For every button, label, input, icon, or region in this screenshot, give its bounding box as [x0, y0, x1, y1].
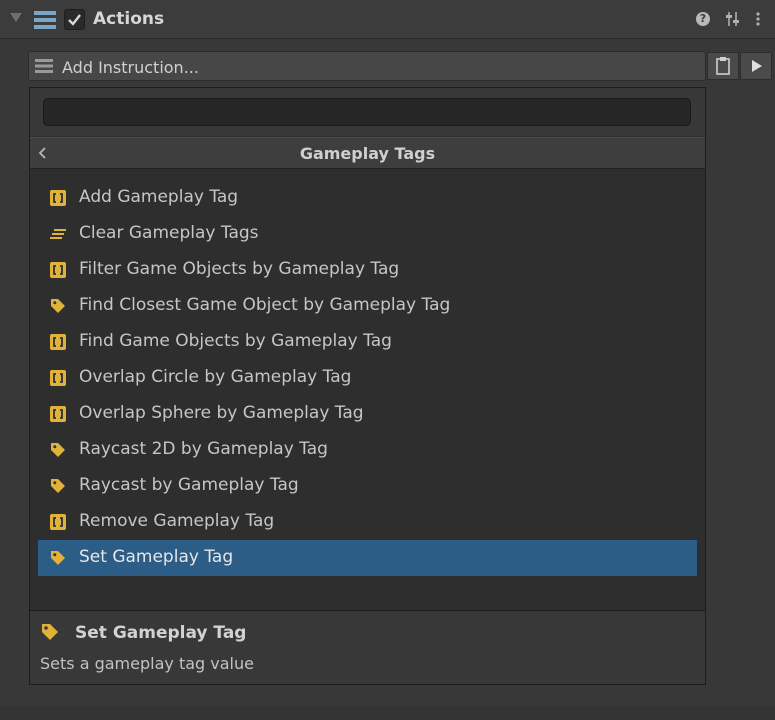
list-item[interactable]: Add Gameplay Tag — [38, 180, 697, 216]
add-instruction-button[interactable]: Add Instruction... — [28, 51, 706, 81]
tag-icon — [50, 550, 66, 566]
paste-button[interactable] — [707, 52, 739, 80]
list-item[interactable]: Remove Gameplay Tag — [38, 504, 697, 540]
checkmark-icon — [68, 14, 81, 26]
run-button[interactable] — [740, 52, 772, 80]
category-header: Gameplay Tags — [30, 137, 705, 169]
search-area — [30, 88, 705, 136]
category-title: Gameplay Tags — [299, 144, 436, 163]
help-icon[interactable]: ? — [696, 12, 710, 26]
list-item-label: Overlap Sphere by Gameplay Tag — [79, 403, 364, 423]
instruction-list: Add Gameplay Tag Clear Gameplay Tags Filte… — [38, 180, 697, 576]
more-icon[interactable] — [756, 12, 760, 26]
list-item[interactable]: Find Closest Game Object by Gameplay Tag — [38, 288, 697, 324]
bracket-icon — [50, 514, 66, 530]
list-item[interactable]: Raycast 2D by Gameplay Tag — [38, 432, 697, 468]
list-item-label: Raycast 2D by Gameplay Tag — [79, 439, 328, 459]
clipboard-icon — [716, 57, 730, 75]
details-panel: Set Gameplay Tag Sets a gameplay tag val… — [30, 610, 705, 684]
search-input[interactable] — [43, 98, 691, 126]
header-title: Actions — [93, 9, 165, 29]
enabled-checkbox[interactable] — [64, 9, 85, 30]
bracket-icon — [50, 334, 66, 350]
list-item-label: Filter Game Objects by Gameplay Tag — [79, 259, 400, 279]
list-item[interactable]: Raycast by Gameplay Tag — [38, 468, 697, 504]
details-title: Set Gameplay Tag — [75, 623, 247, 643]
list-item[interactable]: Set Gameplay Tag — [38, 540, 697, 576]
list-item-label: Find Game Objects by Gameplay Tag — [79, 331, 392, 351]
actions-header[interactable]: Actions ? — [0, 0, 775, 39]
tag-icon — [50, 478, 66, 494]
list-item[interactable]: Filter Game Objects by Gameplay Tag — [38, 252, 697, 288]
panel-footer — [0, 705, 775, 720]
lines-icon — [50, 226, 66, 242]
settings-sliders-icon[interactable] — [725, 11, 741, 27]
list-item[interactable]: Overlap Circle by Gameplay Tag — [38, 360, 697, 396]
fold-triangle-icon[interactable] — [10, 13, 22, 22]
bracket-icon — [50, 262, 66, 278]
tag-icon — [42, 624, 58, 640]
bracket-icon — [50, 190, 66, 206]
list-item[interactable]: Clear Gameplay Tags — [38, 216, 697, 252]
list-item-label: Overlap Circle by Gameplay Tag — [79, 367, 352, 387]
add-instruction-label: Add Instruction... — [62, 58, 199, 77]
tag-icon — [50, 442, 66, 458]
list-item[interactable]: Overlap Sphere by Gameplay Tag — [38, 396, 697, 432]
tag-icon — [50, 298, 66, 314]
list-icon — [34, 11, 56, 29]
list-item[interactable]: Find Game Objects by Gameplay Tag — [38, 324, 697, 360]
list-item-label: Clear Gameplay Tags — [79, 223, 259, 243]
list-item-label: Find Closest Game Object by Gameplay Tag — [79, 295, 451, 315]
bracket-icon — [50, 406, 66, 422]
details-description: Sets a gameplay tag value — [40, 654, 254, 673]
list-item-label: Add Gameplay Tag — [79, 187, 239, 207]
list-icon — [35, 59, 53, 73]
instruction-dropdown: Gameplay Tags Add Gameplay Tag Clear Game… — [29, 87, 706, 685]
play-icon — [752, 60, 762, 72]
bracket-icon — [50, 370, 66, 386]
list-item-label: Set Gameplay Tag — [79, 547, 234, 567]
list-item-label: Remove Gameplay Tag — [79, 511, 275, 531]
list-item-label: Raycast by Gameplay Tag — [79, 475, 299, 495]
